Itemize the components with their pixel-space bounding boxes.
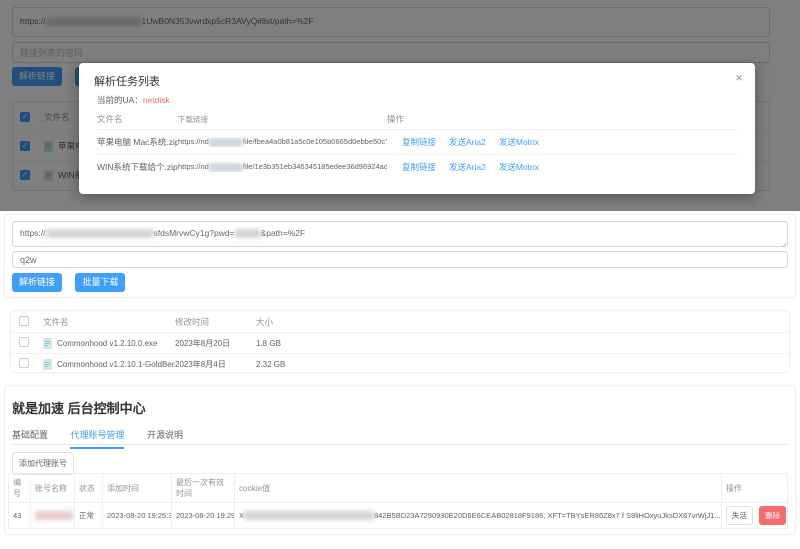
row-actions: 复制链接 发送Aria2 发送Motrix: [387, 161, 737, 173]
url-tail: &path=%2F: [261, 228, 306, 238]
share-url-textarea[interactable]: https:// sfdsMrvwCy1g?pwd= &path=%2F: [12, 221, 788, 247]
parse-link-button[interactable]: 解析链接: [12, 273, 62, 292]
file-name: WIN系统下载给个.zip: [97, 161, 178, 173]
row-actions: 复制链接 发送Aria2 发送Motrix: [387, 136, 737, 148]
row-checkbox[interactable]: [19, 358, 29, 368]
col-actions: 操作: [722, 474, 788, 503]
download-link: https://nd file/fbea4a0b81a5c0e105b0665d0…: [178, 137, 387, 147]
add-proxy-account-button[interactable]: 添加代理账号: [12, 452, 74, 475]
col-status: 状态: [75, 474, 103, 503]
file-icon: [43, 338, 52, 349]
file-name: Commonhood v1.2.10.0.exe: [57, 339, 158, 348]
parsed-files-card: 文件名 修改时间 大小 Commonhood v1.2.10.0.exe 202…: [10, 310, 790, 373]
modal-title: 解析任务列表: [94, 73, 160, 89]
files-header-row: 文件名 修改时间 大小: [11, 311, 789, 332]
copy-link-button[interactable]: 复制链接: [402, 137, 436, 147]
redacted-link-segment: [209, 163, 243, 172]
extract-code-input[interactable]: [12, 251, 788, 268]
deactivate-button[interactable]: 失活: [726, 506, 753, 525]
ua-label: 当前的UA：: [97, 95, 143, 105]
tab-proxy-accounts[interactable]: 代理账号管理: [70, 424, 124, 449]
mid-action-buttons: 解析链接 批量下载: [12, 272, 134, 292]
send-motrix-button[interactable]: 发送Motrix: [499, 162, 539, 172]
modified-date: 2023年8月20日: [175, 338, 256, 349]
account-status: 正常: [75, 503, 103, 529]
current-ua-line: 当前的UA：netdisk: [97, 94, 170, 106]
batch-download-button[interactable]: 批量下载: [75, 273, 125, 292]
file-icon: [43, 359, 52, 370]
account-actions: 失活 删除: [722, 503, 788, 529]
url-mid: sfdsMrvwCy1g?pwd=: [154, 228, 235, 238]
row-checkbox[interactable]: [19, 337, 29, 347]
file-size: 2.32 GB: [256, 360, 789, 369]
tab-basic-config[interactable]: 基础配置: [12, 424, 48, 447]
col-size: 大小: [256, 316, 789, 328]
parse-table-row: 苹果电脑 Mac系统.zip https://nd file/fbea4a0b81…: [97, 129, 737, 154]
send-aria2-button[interactable]: 发送Aria2: [449, 162, 486, 172]
delete-button[interactable]: 删除: [759, 506, 786, 525]
close-icon[interactable]: ×: [735, 70, 743, 85]
col-added-time: 添加时间: [103, 474, 172, 503]
tab-open-source-notes[interactable]: 开源说明: [147, 424, 183, 447]
last-valid-time: 2023-08-20 19:29:18: [172, 503, 235, 529]
files-row[interactable]: Commonhood v1.2.10.1-GoldBerg.exe 2023年8…: [11, 353, 789, 373]
added-time: 2023-08-20 19:25:32: [103, 503, 172, 529]
redacted-link-segment: [209, 138, 243, 147]
file-name: Commonhood v1.2.10.1-GoldBerg.exe: [57, 360, 175, 369]
admin-title: 就是加速 后台控制中心: [12, 398, 146, 417]
cookie-value: X842B5BD23A7290930E20D6E6CEAB02818F9186;…: [235, 503, 722, 529]
ua-value: netdisk: [143, 95, 170, 105]
modified-date: 2023年8月4日: [175, 359, 256, 370]
col-actions: 操作: [387, 113, 737, 125]
col-last-valid-time: 最后一次有效时间: [172, 474, 235, 503]
parse-result-table: 文件名 下载链接 操作 苹果电脑 Mac系统.zip https://nd fil…: [97, 109, 737, 179]
parse-task-modal: 解析任务列表 × 当前的UA：netdisk 文件名 下载链接 操作 苹果电脑 …: [79, 63, 755, 194]
col-download-link: 下载链接: [178, 114, 387, 125]
account-row: 43 正常 2023-08-20 19:25:32 2023-08-20 19:…: [9, 503, 788, 529]
send-aria2-button[interactable]: 发送Aria2: [449, 137, 486, 147]
proxy-account-table: 编号 账号名称 状态 添加时间 最后一次有效时间 cookie值 操作 43 正…: [8, 473, 788, 529]
redacted-url-segment: [46, 229, 154, 238]
cookie-tail: 842B5BD23A7290930E20D6E6CEAB02818F9186; …: [374, 511, 721, 520]
download-link: https://nd file/1e3b351eb346345185edee36d…: [178, 162, 387, 172]
url-scheme: https://: [20, 228, 46, 238]
send-motrix-button[interactable]: 发送Motrix: [499, 137, 539, 147]
account-name: [31, 503, 75, 529]
col-id: 编号: [9, 474, 31, 503]
col-file-name: 文件名: [43, 316, 175, 328]
account-id: 43: [9, 503, 31, 529]
files-row[interactable]: Commonhood v1.2.10.0.exe 2023年8月20日 1.8 …: [11, 332, 789, 353]
file-name: 苹果电脑 Mac系统.zip: [97, 136, 178, 148]
col-account-name: 账号名称: [31, 474, 75, 503]
redacted-pwd-segment: [235, 229, 261, 238]
link-head: https://nd: [178, 137, 209, 146]
select-all-checkbox[interactable]: [19, 316, 29, 326]
parse-table-header: 文件名 下载链接 操作: [97, 109, 737, 129]
file-size: 1.8 GB: [256, 339, 789, 348]
link-tail: file/1e3b351eb346345185edee36d96924ad?bk…: [243, 162, 387, 171]
copy-link-button[interactable]: 复制链接: [402, 162, 436, 172]
parse-table-row: WIN系统下载给个.zip https://nd file/1e3b351eb34…: [97, 154, 737, 179]
link-head: https://nd: [178, 162, 209, 171]
col-file-name: 文件名: [97, 113, 178, 125]
col-modified: 修改时间: [175, 316, 256, 328]
admin-tabs: 基础配置 代理账号管理 开源说明: [12, 424, 788, 445]
col-cookie: cookie值: [235, 474, 722, 503]
redacted-cookie-segment: [244, 511, 374, 520]
redacted-account-name: [35, 511, 73, 520]
link-tail: file/fbea4a0b81a5c0e105b0665d0ebbe50c?bk…: [243, 137, 387, 146]
account-table-header: 编号 账号名称 状态 添加时间 最后一次有效时间 cookie值 操作: [9, 474, 788, 503]
